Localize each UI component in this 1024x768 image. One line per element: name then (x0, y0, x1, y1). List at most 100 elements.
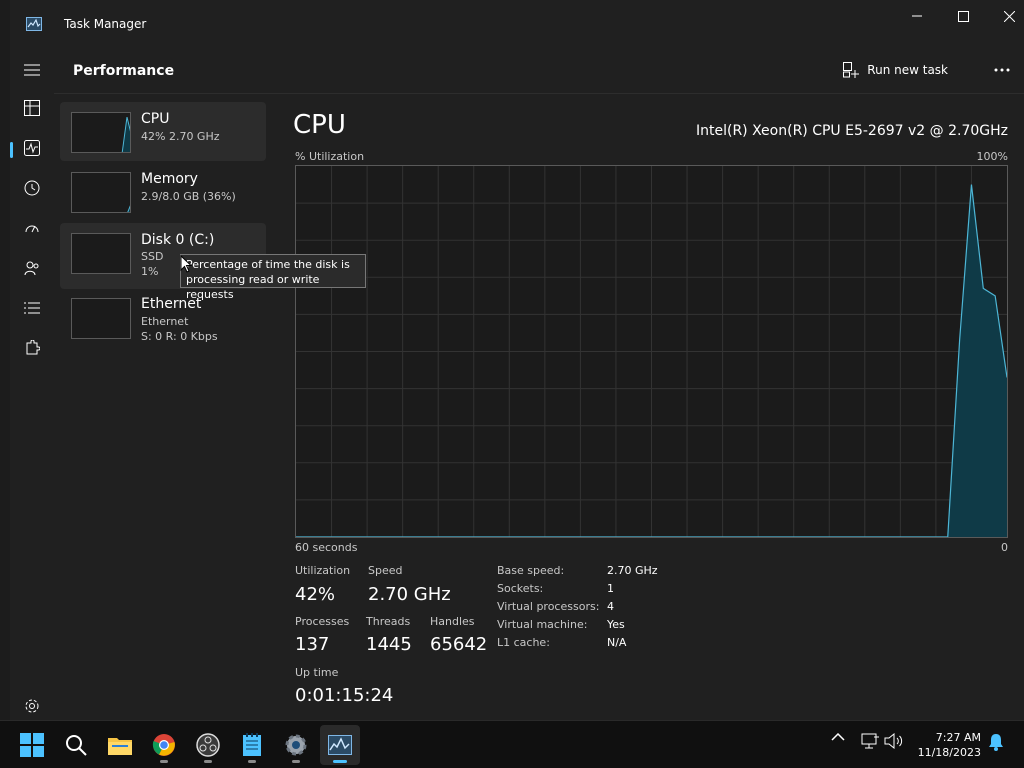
notifications-button[interactable] (986, 733, 1006, 751)
nav-users[interactable] (16, 254, 48, 282)
processes-icon (24, 100, 40, 116)
task-manager-app-icon (26, 16, 42, 31)
processes-value: 137 (295, 634, 330, 655)
running-indicator (160, 760, 168, 763)
search-icon (66, 735, 87, 756)
main-device-title: CPU (293, 110, 346, 140)
run-new-task-label: Run new task (867, 63, 948, 77)
utilization-axis-label: % Utilization (295, 150, 365, 163)
nav-details[interactable] (16, 294, 48, 322)
settings-gear-icon (285, 734, 307, 756)
device-item-ethernet[interactable]: Ethernet Ethernet S: 0 R: 0 Kbps (60, 290, 266, 352)
taskbar-task-manager[interactable] (320, 725, 360, 765)
disk-thumbnail-graph (71, 233, 131, 274)
system-clock[interactable]: 7:27 AM 11/18/2023 (918, 730, 981, 760)
spec-value-virtual-processors: 4 (607, 600, 614, 613)
clock-time: 7:27 AM (935, 731, 981, 744)
maximize-button[interactable] (940, 0, 986, 32)
run-new-task-icon (843, 62, 860, 78)
spec-label-l1-cache: L1 cache: (497, 636, 550, 649)
device-detail: SSD (141, 250, 164, 263)
threads-label: Threads (366, 615, 411, 628)
device-name: Memory (141, 171, 198, 187)
speaker-icon (884, 733, 903, 749)
history-icon (24, 180, 40, 196)
memory-thumbnail-graph (71, 172, 131, 213)
uptime-label: Up time (295, 666, 339, 679)
spec-label-virtual-machine: Virtual machine: (497, 618, 588, 631)
run-new-task-button[interactable]: Run new task (843, 62, 948, 78)
taskbar-chrome[interactable] (144, 725, 184, 765)
network-icon (861, 733, 879, 749)
utilization-label: Utilization (295, 564, 351, 577)
navigation-rail (10, 48, 54, 720)
mouse-cursor-icon (180, 255, 192, 273)
cpu-thumbnail-graph (71, 112, 131, 153)
task-manager-window: Task Manager Performance Run new task CP… (10, 0, 1024, 720)
thumbnail-usage-area (121, 116, 130, 152)
users-icon (24, 261, 39, 276)
spec-value-virtual-machine: Yes (607, 618, 625, 631)
spec-label-base-speed: Base speed: (497, 564, 565, 577)
nav-processes[interactable] (16, 94, 48, 122)
chrome-icon (152, 734, 175, 756)
spec-value-sockets: 1 (607, 582, 614, 595)
obs-icon (196, 733, 220, 757)
device-item-memory[interactable]: Memory 2.9/8.0 GB (36%) (60, 162, 266, 221)
clock-date: 11/18/2023 (917, 746, 981, 759)
speed-value: 2.70 GHz (368, 584, 451, 605)
utilization-max-label: 100% (976, 150, 1008, 163)
nav-services[interactable] (16, 334, 48, 362)
device-usage: 1% (141, 265, 159, 278)
threads-value: 1445 (366, 634, 412, 655)
disk-tooltip: Percentage of time the disk is processin… (180, 254, 366, 301)
show-hidden-icons-button[interactable] (830, 733, 846, 741)
taskbar-obs[interactable] (188, 725, 228, 765)
taskbar: 7:27 AM 11/18/2023 (0, 720, 1024, 768)
network-button[interactable] (860, 733, 880, 749)
search-button[interactable] (56, 725, 96, 765)
task-manager-icon (328, 735, 352, 755)
details-list-icon (24, 302, 40, 314)
running-indicator (292, 760, 300, 763)
device-detail: 42% 2.70 GHz (141, 130, 220, 143)
taskbar-settings[interactable] (276, 725, 316, 765)
ethernet-thumbnail-graph (71, 298, 131, 339)
device-name: CPU (141, 111, 170, 127)
more-options-button[interactable] (988, 58, 1016, 82)
nav-performance[interactable] (16, 134, 48, 162)
close-button[interactable] (986, 0, 1024, 32)
start-button[interactable] (12, 725, 52, 765)
nav-startup-apps[interactable] (16, 214, 48, 242)
spec-value-l1-cache: N/A (607, 636, 627, 649)
taskbar-notepad[interactable] (232, 725, 272, 765)
cpu-model-name: Intel(R) Xeon(R) CPU E5-2697 v2 @ 2.70GH… (696, 123, 1008, 139)
page-header: Performance Run new task (54, 48, 1024, 94)
thumbnail-usage-area (127, 205, 130, 212)
spec-label-virtual-processors: Virtual processors: (497, 600, 600, 613)
speed-label: Speed (368, 564, 403, 577)
hamburger-menu-button[interactable] (16, 56, 48, 84)
device-item-cpu[interactable]: CPU 42% 2.70 GHz (60, 102, 266, 161)
nav-app-history[interactable] (16, 174, 48, 202)
speedometer-icon (25, 225, 39, 233)
spec-value-base-speed: 2.70 GHz (607, 564, 658, 577)
title-bar[interactable]: Task Manager (10, 0, 1024, 48)
device-detail: Ethernet (141, 315, 189, 328)
device-detail: 2.9/8.0 GB (36%) (141, 190, 236, 203)
notepad-icon (243, 733, 261, 756)
minimize-button[interactable] (894, 0, 940, 32)
cpu-utilization-graph (295, 165, 1008, 538)
volume-button[interactable] (884, 733, 904, 749)
notification-bell-icon (989, 734, 1003, 751)
ellipsis-icon (994, 68, 1010, 72)
taskbar-file-explorer[interactable] (100, 725, 140, 765)
performance-icon (24, 140, 40, 156)
spec-label-sockets: Sockets: (497, 582, 544, 595)
chevron-up-icon (831, 733, 845, 741)
folder-icon (108, 738, 132, 755)
settings-button[interactable] (16, 694, 48, 718)
device-throughput: S: 0 R: 0 Kbps (141, 330, 218, 343)
utilization-value: 42% (295, 584, 336, 605)
running-indicator (204, 760, 212, 763)
